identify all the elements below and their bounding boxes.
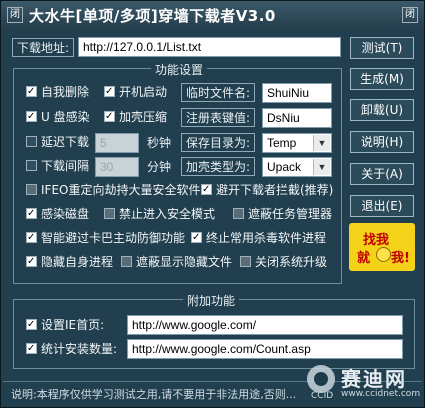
- delay-download-label: 延迟下载: [41, 135, 90, 149]
- avoid-intercept-checkbox[interactable]: 避开下载者拦截(推荐): [201, 182, 333, 198]
- download-interval-label: 下载间隔: [41, 159, 90, 173]
- reg-key-input[interactable]: DsNiu: [262, 108, 332, 128]
- title-bar: 闭 大水牛[单项/多项]穿墙下载者V3.0 闭: [1, 1, 424, 29]
- auto-delete-label: 自我删除: [41, 85, 90, 99]
- auto-start-label: 开机启动: [119, 85, 168, 99]
- interval-value-input[interactable]: 30: [95, 157, 139, 177]
- usb-infect-checkbox[interactable]: U 盘感染: [26, 109, 90, 125]
- hide-self-checkbox[interactable]: 隐藏自身进程: [26, 254, 113, 270]
- settings-group-title: 功能设置: [151, 61, 208, 78]
- checkbox-box: [191, 230, 202, 246]
- test-button[interactable]: 测试(T): [350, 37, 414, 59]
- checkbox-box: [26, 109, 37, 125]
- no-safe-mode-label: 禁止进入安全模式: [119, 207, 216, 221]
- delay-download-checkbox[interactable]: 延迟下载: [26, 134, 89, 150]
- uninstall-button[interactable]: 卸载(U): [350, 99, 414, 121]
- infect-disk-checkbox[interactable]: 感染磁盘: [26, 206, 89, 222]
- auto-delete-checkbox[interactable]: 自我删除: [26, 84, 89, 100]
- ccid-logo-icon: [307, 365, 335, 393]
- sticker-line1: 找我: [363, 233, 390, 248]
- system-menu-icon[interactable]: 闭: [7, 7, 23, 23]
- chevron-down-icon[interactable]: ▼: [313, 159, 330, 175]
- checkbox-box: [26, 317, 37, 333]
- about-button[interactable]: 关于(A): [350, 163, 414, 185]
- seconds-label: 秒钟: [147, 136, 172, 150]
- disable-update-checkbox[interactable]: 关闭系统升级: [240, 254, 327, 270]
- shell-type-label: 加壳类型为:: [181, 157, 255, 176]
- shell-type-select[interactable]: Upack ▼: [262, 157, 332, 177]
- sticker-line2: 就: [357, 251, 371, 266]
- smiley-icon: [376, 247, 391, 262]
- homepage-label: 设置IE首页:: [41, 318, 105, 332]
- homepage-checkbox[interactable]: 设置IE首页:: [26, 317, 104, 333]
- generate-button[interactable]: 生成(M): [350, 68, 414, 90]
- close-button[interactable]: 闭: [402, 7, 418, 23]
- checkbox-box: [26, 136, 37, 147]
- checkbox-box: [201, 182, 212, 198]
- watermark-cn: 赛迪网: [341, 367, 407, 391]
- download-url-label: 下载地址:: [12, 38, 75, 57]
- shell-type-value: Upack: [267, 160, 302, 174]
- extra-group-title: 附加功能: [183, 292, 240, 309]
- window-title: 大水牛[单项/多项]穿墙下载者V3.0: [29, 7, 276, 25]
- watermark-url: www.ccidnet.com: [341, 389, 421, 399]
- save-dir-value: Temp: [267, 136, 297, 150]
- ifeo-label: IFEO重定向劫持大量安全软件: [41, 183, 201, 197]
- block-hidden-files-checkbox[interactable]: 遮蔽显示隐藏文件: [121, 254, 232, 270]
- minutes-label: 分钟: [147, 160, 172, 174]
- checkbox-box: [240, 256, 251, 267]
- checkbox-box: [121, 256, 132, 267]
- checkbox-box: [26, 230, 37, 246]
- checkbox-box: [26, 184, 37, 195]
- checkbox-box: [26, 341, 37, 357]
- delay-value-input[interactable]: 5: [95, 133, 139, 153]
- checkbox-box: [26, 254, 37, 270]
- checkbox-box: [104, 109, 115, 125]
- checkbox-box: [26, 160, 37, 171]
- sticker-line2b: 我!: [391, 251, 410, 266]
- help-button[interactable]: 说明(H): [350, 131, 414, 153]
- stats-checkbox[interactable]: 统计安装数量:: [26, 341, 117, 357]
- avoid-kaba-checkbox[interactable]: 智能避过卡巴主动防御功能: [26, 230, 185, 246]
- usb-infect-label: U 盘感染: [41, 110, 90, 124]
- stats-label: 统计安装数量:: [41, 342, 118, 356]
- contact-sticker[interactable]: 找我 就 我!: [349, 223, 415, 271]
- kill-av-label: 终止常用杀毒软件进程: [206, 231, 327, 245]
- checkbox-box: [104, 84, 115, 100]
- save-dir-select[interactable]: Temp ▼: [262, 133, 332, 153]
- disable-update-label: 关闭系统升级: [255, 255, 328, 269]
- status-text: 说明:本程序仅供学习测试之用,请不要用于非法用途,否则...: [11, 388, 297, 401]
- block-taskmgr-label: 遮蔽任务管理器: [248, 207, 333, 221]
- checkbox-box: [26, 84, 37, 100]
- checkbox-box: [233, 208, 244, 219]
- exit-button[interactable]: 退出(E): [350, 195, 414, 217]
- watermark: 赛迪网 www.ccidnet.com CCID: [307, 361, 423, 407]
- checkbox-box: [26, 206, 37, 222]
- block-taskmgr-checkbox[interactable]: 遮蔽任务管理器: [233, 206, 332, 222]
- checkbox-box: [104, 208, 115, 219]
- infect-disk-label: 感染磁盘: [41, 207, 90, 221]
- add-shell-compress-label: 加壳压缩: [119, 110, 168, 124]
- avoid-intercept-label: 避开下载者拦截(推荐): [216, 183, 334, 197]
- stats-input[interactable]: http://www.google.com/Count.asp: [127, 339, 403, 359]
- download-url-input[interactable]: http://127.0.0.1/List.txt: [78, 37, 341, 57]
- temp-filename-label: 临时文件名:: [181, 83, 255, 102]
- chevron-down-icon[interactable]: ▼: [313, 135, 330, 151]
- temp-filename-input[interactable]: ShuiNiu: [262, 83, 332, 103]
- auto-start-checkbox[interactable]: 开机启动: [104, 84, 167, 100]
- watermark-ccid: CCID: [311, 391, 334, 401]
- download-interval-checkbox[interactable]: 下载间隔: [26, 158, 89, 174]
- hide-self-label: 隐藏自身进程: [41, 255, 114, 269]
- reg-key-label: 注册表键值:: [181, 108, 255, 127]
- main-window: 闭 大水牛[单项/多项]穿墙下载者V3.0 闭 下载地址: http://127…: [0, 0, 425, 408]
- save-dir-label: 保存目录为:: [181, 133, 255, 152]
- kill-av-checkbox[interactable]: 终止常用杀毒软件进程: [191, 230, 326, 246]
- ifeo-checkbox[interactable]: IFEO重定向劫持大量安全软件: [26, 182, 200, 198]
- block-hidden-files-label: 遮蔽显示隐藏文件: [136, 255, 233, 269]
- avoid-kaba-label: 智能避过卡巴主动防御功能: [41, 231, 186, 245]
- homepage-input[interactable]: http://www.google.com/: [127, 315, 403, 335]
- no-safe-mode-checkbox[interactable]: 禁止进入安全模式: [104, 206, 215, 222]
- add-shell-compress-checkbox[interactable]: 加壳压缩: [104, 109, 167, 125]
